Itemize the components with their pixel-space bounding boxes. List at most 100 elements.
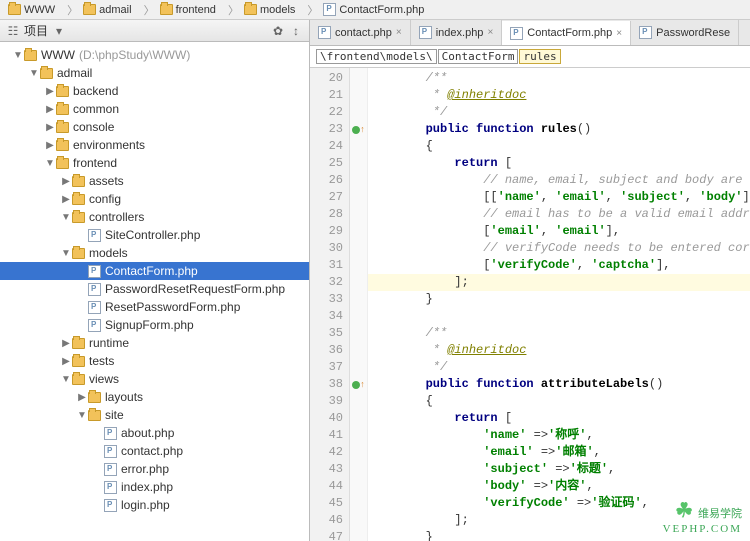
tree-item-assets[interactable]: ▶assets: [0, 172, 309, 190]
code-line[interactable]: 'email' =>'邮箱',: [368, 444, 750, 461]
tree-twist[interactable]: ▼: [12, 50, 24, 61]
code-line[interactable]: */: [368, 104, 750, 121]
code-line[interactable]: [['name', 'email', 'subject', 'body'], '…: [368, 189, 750, 206]
tree-item-www[interactable]: ▼WWW(D:\phpStudy\WWW): [0, 46, 309, 64]
code-line[interactable]: * @inheritdoc: [368, 87, 750, 104]
tree-item-signupform-php[interactable]: SignupForm.php: [0, 316, 309, 334]
tree-twist[interactable]: ▶: [44, 104, 56, 115]
code-line[interactable]: 'subject' =>'标题',: [368, 461, 750, 478]
tree-twist[interactable]: ▶: [60, 176, 72, 187]
folder-icon: [8, 4, 21, 15]
gutter-indicator: [352, 381, 360, 389]
php-file-icon: [104, 445, 117, 458]
editor-tabs[interactable]: contact.php×index.php×ContactForm.php×Pa…: [310, 20, 750, 46]
tree-item-site[interactable]: ▼site: [0, 406, 309, 424]
tree-twist[interactable]: ▼: [44, 158, 56, 169]
dropdown-icon[interactable]: ▾: [52, 24, 66, 38]
tree-item-models[interactable]: ▼models: [0, 244, 309, 262]
tree-twist[interactable]: ▶: [60, 338, 72, 349]
tree-item-common[interactable]: ▶common: [0, 100, 309, 118]
code-line[interactable]: /**: [368, 70, 750, 87]
code-line[interactable]: */: [368, 359, 750, 376]
tree-item-contact-php[interactable]: contact.php: [0, 442, 309, 460]
code-line[interactable]: * @inheritdoc: [368, 342, 750, 359]
code-line[interactable]: {: [368, 138, 750, 155]
collapse-icon[interactable]: ↕: [289, 24, 303, 38]
code-line[interactable]: }: [368, 529, 750, 541]
tree-item-error-php[interactable]: error.php: [0, 460, 309, 478]
code-line[interactable]: // name, email, subject and body are req…: [368, 172, 750, 189]
tree-item-resetpasswordform-php[interactable]: ResetPasswordForm.php: [0, 298, 309, 316]
tree-item-layouts[interactable]: ▶layouts: [0, 388, 309, 406]
code-lines[interactable]: /** * @inheritdoc */ public function rul…: [368, 68, 750, 541]
code-line[interactable]: ['verifyCode', 'captcha'],: [368, 257, 750, 274]
crumb-segment[interactable]: \frontend\models\: [316, 49, 437, 64]
tree-item-sitecontroller-php[interactable]: SiteController.php: [0, 226, 309, 244]
php-file-icon: [88, 301, 101, 314]
tree-item-console[interactable]: ▶console: [0, 118, 309, 136]
tab-contact-php[interactable]: contact.php×: [310, 20, 411, 45]
folder-icon: [72, 212, 85, 223]
code-line[interactable]: ];: [368, 274, 750, 291]
tree-twist[interactable]: ▶: [60, 356, 72, 367]
tree-twist[interactable]: ▼: [60, 248, 72, 259]
tree-twist[interactable]: ▼: [60, 212, 72, 223]
code-line[interactable]: public function attributeLabels(): [368, 376, 750, 393]
crumb-segment-active[interactable]: rules: [519, 49, 560, 64]
code-line[interactable]: ['email', 'email'],: [368, 223, 750, 240]
tree-item-views[interactable]: ▼views: [0, 370, 309, 388]
code-line[interactable]: 'verifyCode' =>'验证码',: [368, 495, 750, 512]
code-line[interactable]: return [: [368, 410, 750, 427]
crumb-segment[interactable]: ContactForm: [438, 49, 519, 64]
tree-item-login-php[interactable]: login.php: [0, 496, 309, 514]
tree-item-index-php[interactable]: index.php: [0, 478, 309, 496]
code-breadcrumb[interactable]: \frontend\models\ ContactForm rules: [310, 46, 750, 68]
php-file-icon: [323, 3, 336, 16]
tree-twist[interactable]: ▶: [60, 194, 72, 205]
file-tree[interactable]: ▼WWW(D:\phpStudy\WWW)▼admail▶backend▶com…: [0, 42, 309, 541]
code-line[interactable]: public function rules(): [368, 121, 750, 138]
tree-item-frontend[interactable]: ▼frontend: [0, 154, 309, 172]
tree-item-config[interactable]: ▶config: [0, 190, 309, 208]
tree-item-about-php[interactable]: about.php: [0, 424, 309, 442]
tree-twist[interactable]: ▼: [28, 68, 40, 79]
settings-icon[interactable]: ✿: [271, 24, 285, 38]
tree-item-backend[interactable]: ▶backend: [0, 82, 309, 100]
close-icon[interactable]: ×: [487, 27, 493, 38]
tree-item-environments[interactable]: ▶environments: [0, 136, 309, 154]
close-icon[interactable]: ×: [396, 27, 402, 38]
tree-item-admail[interactable]: ▼admail: [0, 64, 309, 82]
tree-item-tests[interactable]: ▶tests: [0, 352, 309, 370]
code-line[interactable]: {: [368, 393, 750, 410]
tree-twist[interactable]: ▶: [76, 392, 88, 403]
folder-icon: [40, 68, 53, 79]
tree-item-controllers[interactable]: ▼controllers: [0, 208, 309, 226]
code-line[interactable]: return [: [368, 155, 750, 172]
code-line[interactable]: 'body' =>'内容',: [368, 478, 750, 495]
tree-twist[interactable]: ▼: [76, 410, 88, 421]
php-file-icon: [104, 463, 117, 476]
tree-twist[interactable]: ▶: [44, 140, 56, 151]
code-line[interactable]: ];: [368, 512, 750, 529]
code-line[interactable]: // email has to be a valid email address: [368, 206, 750, 223]
code-line[interactable]: [368, 308, 750, 325]
tree-item-contactform-php[interactable]: ContactForm.php: [0, 262, 309, 280]
tree-item-runtime[interactable]: ▶runtime: [0, 334, 309, 352]
project-tree-icon[interactable]: ☷: [6, 24, 20, 38]
tree-twist[interactable]: ▶: [44, 122, 56, 133]
close-icon[interactable]: ×: [616, 28, 622, 39]
tree-twist[interactable]: ▼: [60, 374, 72, 385]
tab-passwordrese[interactable]: PasswordRese: [631, 20, 739, 45]
code-editor[interactable]: 2021222324252627282930313233343536373839…: [310, 68, 750, 541]
code-line[interactable]: }: [368, 291, 750, 308]
php-file-icon: [104, 499, 117, 512]
sidebar-title: 项目: [24, 22, 48, 39]
tree-twist[interactable]: ▶: [44, 86, 56, 97]
tree-item-passwordresetrequestform-php[interactable]: PasswordResetRequestForm.php: [0, 280, 309, 298]
tab-index-php[interactable]: index.php×: [411, 20, 503, 45]
code-line[interactable]: 'name' =>'称呼',: [368, 427, 750, 444]
code-line[interactable]: /**: [368, 325, 750, 342]
tab-contactform-php[interactable]: ContactForm.php×: [502, 21, 631, 46]
folder-icon: [56, 122, 69, 133]
code-line[interactable]: // verifyCode needs to be entered correc…: [368, 240, 750, 257]
